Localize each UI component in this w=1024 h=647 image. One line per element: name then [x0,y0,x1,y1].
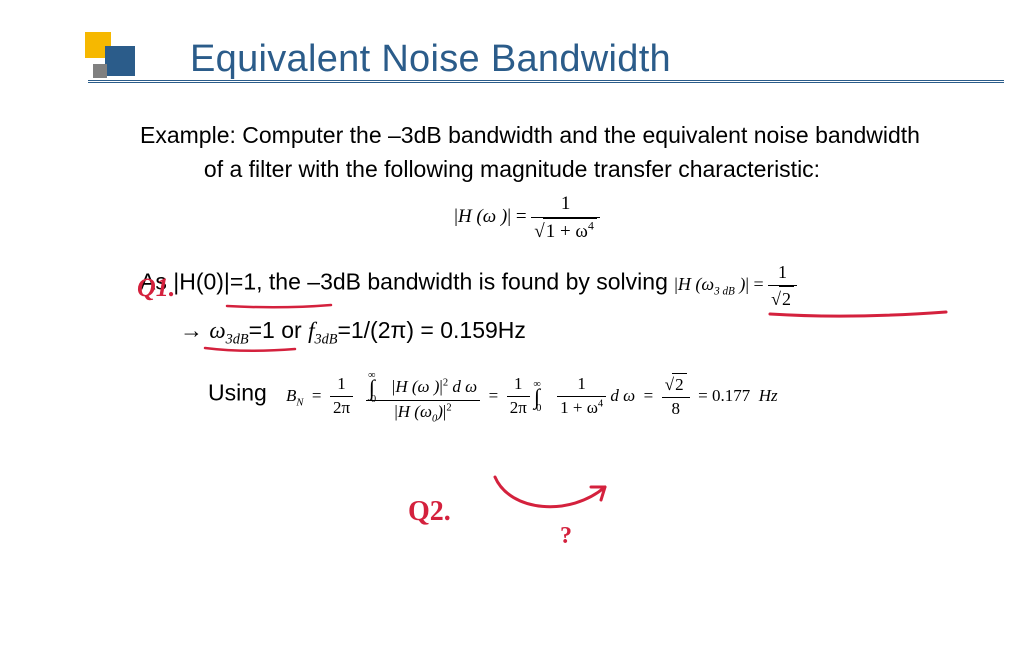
bn-eq1: = [312,386,322,405]
example-line-2: of a filter with the following magnitude… [50,154,974,185]
solving-den: 2 [768,285,797,311]
bn-result-den: 8 [662,397,690,421]
annotation-q2: Q2. [408,498,451,526]
annotation-underline-h0 [227,302,347,312]
solving-mid: the –3dB bandwidth is found by solving [263,269,675,295]
bn-value: 0.177 [712,386,750,405]
bn-result-frac: 2 8 [662,373,690,421]
sqrt-icon: 1 + ω4 [534,218,597,245]
integrand-pow: 2 [443,377,448,388]
bn-lhs: B [286,386,296,405]
f-sub: 3dB [314,332,337,348]
transfer-fraction: 1 1 + ω4 [531,191,600,244]
title-underline [88,80,1004,83]
annotation-underline-omega [205,345,300,355]
slide: Equivalent Noise Bandwidth Example: Comp… [0,0,1024,647]
using-label: Using [208,380,267,406]
abs-close-2: | [745,274,749,294]
int-lower: 0 [371,394,376,405]
square-cluster-icon [85,30,150,85]
denom-close: ) [437,402,443,421]
tf-den-base: 1 + ω [546,221,588,242]
int-upper: ∞ [368,370,376,381]
annotation-underline-eq [770,309,950,321]
bn-mid-pre-num: 1 [507,373,530,396]
bn-pre-num: 1 [330,373,353,396]
equals-1: = [516,206,527,227]
equals-2: = [753,274,763,294]
solving-frac: 1 2 [768,260,797,311]
bn-mid-pre: 1 2π [507,373,530,420]
int2-lower: 0 [536,403,541,414]
annotation-swoop [490,472,620,527]
bn-main-num: ∫0∞ |H (ω )|2 d ω [366,370,480,400]
sqrt-icon-2: 2 [771,286,794,311]
annotation-q1: Q1. [137,275,175,301]
abs-close: | [507,206,511,227]
bn-eq3: = [644,386,654,405]
content-area: Example: Computer the –3dB bandwidth and… [140,120,974,424]
bn-eq2: = [489,386,499,405]
solving-rhs: |H (ω3 dB )| = 1 2 [674,274,797,294]
title-bullet-icon [85,30,150,85]
arrow-icon: → [180,317,203,343]
h0-condition: |H(0)|=1, [173,269,262,295]
result-mid: =1 or [249,317,308,343]
tf-num: 1 [531,191,600,217]
transfer-equation: |H (ω )| = 1 1 + ω4 [80,191,974,244]
denom-pow: 2 [446,402,451,413]
d-omega: d ω [452,377,477,396]
tf-den-pow: 4 [588,219,594,232]
example-line-1: Example: Computer the –3dB bandwidth and… [140,120,974,151]
bn-result-num: 2 [662,373,690,397]
annotation-question-mark: ? [560,524,572,548]
bn-math: BN = 1 2π ∫0∞ |H (ω )|2 d ω |H (ω0)|2 [286,386,778,405]
bn-mid-den: 1 + ω4 [557,396,606,420]
tf-den: 1 + ω4 [531,217,600,245]
bn-line: Using BN = 1 2π ∫0∞ |H (ω )|2 d ω | [208,370,974,424]
bn-mid-num: 1 [557,373,606,396]
abs-content: H (ω ) [458,206,507,227]
bn-mid-d: d ω [610,386,635,405]
bn-mid-frac: 1 1 + ω4 [557,373,606,420]
bn-mid-pre-den: 2π [507,396,530,420]
bn-pre-den: 2π [330,396,353,420]
int2-upper: ∞ [533,379,541,390]
denom-abs: H (ω [398,402,432,421]
solving-num: 1 [768,260,797,284]
bn-lhs-sub: N [296,397,303,408]
omega-sym: ω [209,318,225,343]
result-tail: =1/(2π) = 0.159Hz [337,317,525,343]
sqrt-icon-3: 2 [665,373,687,397]
bn-pre-frac: 1 2π [330,373,353,420]
slide-title: Equivalent Noise Bandwidth [190,38,671,81]
integrand-abs: H (ω ) [395,377,439,396]
abs-h-omega3db: H (ω3 dB ) [678,274,745,294]
bn-eq4: = [698,386,708,405]
bn-unit: Hz [759,386,778,405]
bn-main-den: |H (ω0)|2 [366,400,480,424]
bn-main-frac: ∫0∞ |H (ω )|2 d ω |H (ω0)|2 [366,370,480,424]
